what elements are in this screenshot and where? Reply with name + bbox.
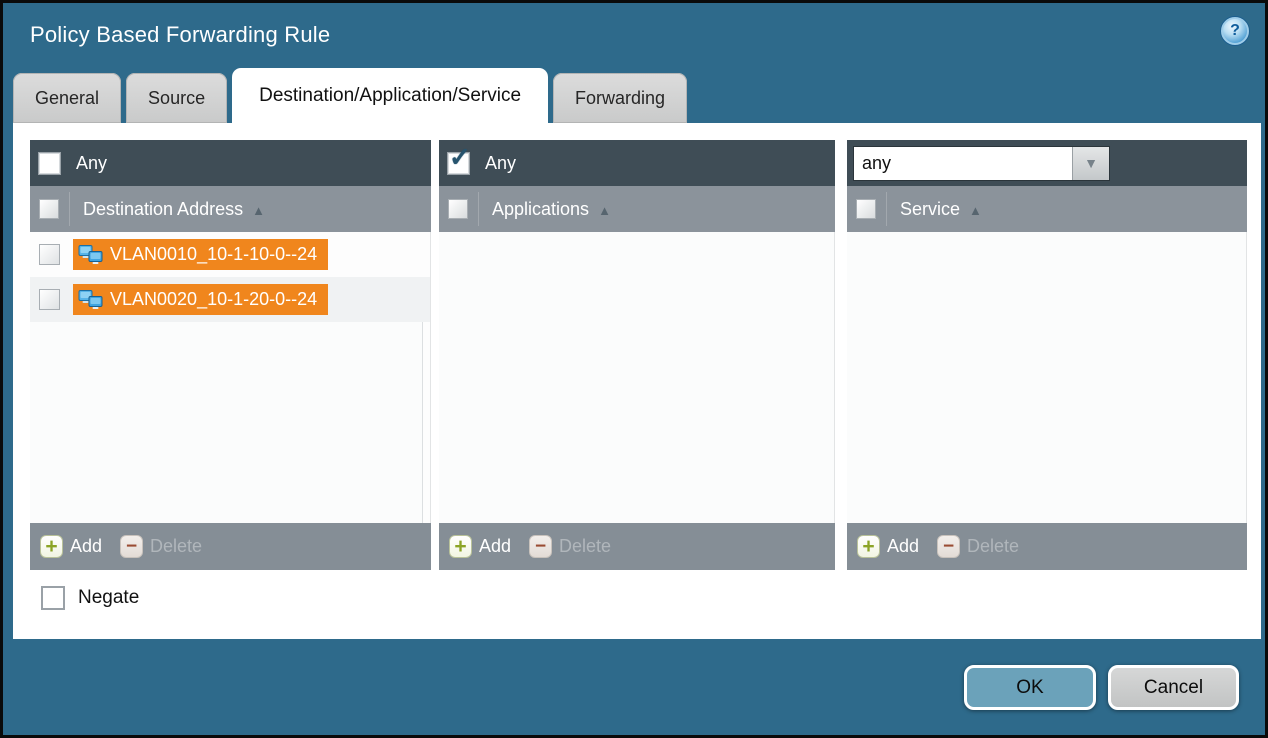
applications-select-all-checkbox[interactable] [448, 199, 468, 219]
destination-any-label: Any [76, 153, 107, 174]
delete-button-label: Delete [967, 536, 1019, 557]
applications-list [439, 232, 835, 523]
address-object-label: VLAN0020_10-1-20-0--24 [110, 289, 317, 310]
service-column-title[interactable]: Service [900, 199, 960, 220]
destination-column-title[interactable]: Destination Address [83, 199, 243, 220]
applications-column-title[interactable]: Applications [492, 199, 589, 220]
destination-column-header: Destination Address ▲ [30, 186, 431, 232]
dropdown-button[interactable]: ▼ [1072, 147, 1109, 180]
applications-panel: ✓ Any Applications ▲ + Add [439, 140, 835, 570]
table-row[interactable]: VLAN0020_10-1-20-0--24 [30, 277, 430, 322]
address-object-chip[interactable]: VLAN0020_10-1-20-0--24 [73, 284, 328, 315]
tab-source[interactable]: Source [126, 73, 227, 123]
negate-option: Negate [41, 586, 1261, 610]
plus-icon: + [449, 535, 472, 558]
service-toolbar: + Add − Delete [847, 523, 1247, 570]
row-checkbox[interactable] [39, 244, 60, 265]
destination-address-list: VLAN0010_10-1-10-0--24 VLAN0020_10-1-20-… [30, 232, 431, 523]
service-type-value[interactable]: any [854, 147, 1072, 180]
sort-asc-icon[interactable]: ▲ [969, 201, 982, 218]
applications-any-header: ✓ Any [439, 140, 835, 186]
dialog-titlebar: Policy Based Forwarding Rule [3, 3, 1265, 67]
checkmark-icon: ✓ [449, 144, 471, 170]
tab-destination-application-service[interactable]: Destination/Application/Service [232, 68, 548, 123]
table-row[interactable]: VLAN0010_10-1-10-0--24 [30, 232, 430, 277]
plus-icon: + [857, 535, 880, 558]
add-button-label: Add [887, 536, 919, 557]
destination-address-panel: Any Destination Address ▲ VLAN0010_10-1-… [30, 140, 431, 570]
tab-bar: General Source Destination/Application/S… [3, 67, 1265, 123]
address-object-chip[interactable]: VLAN0010_10-1-10-0--24 [73, 239, 328, 270]
service-column-header: Service ▲ [847, 186, 1247, 232]
applications-any-checkbox[interactable]: ✓ [447, 152, 470, 175]
network-icon [78, 245, 103, 265]
add-button[interactable]: + Add [40, 535, 102, 558]
tab-content-panel: Any Destination Address ▲ VLAN0010_10-1-… [13, 123, 1261, 639]
delete-button[interactable]: − Delete [937, 535, 1019, 558]
applications-toolbar: + Add − Delete [439, 523, 835, 570]
add-button-label: Add [70, 536, 102, 557]
sort-asc-icon[interactable]: ▲ [252, 201, 265, 218]
negate-label: Negate [78, 587, 139, 609]
destination-select-all-checkbox[interactable] [39, 199, 59, 219]
delete-button[interactable]: − Delete [529, 535, 611, 558]
delete-button-label: Delete [559, 536, 611, 557]
service-select-all-checkbox[interactable] [856, 199, 876, 219]
minus-icon: − [937, 535, 960, 558]
destination-any-checkbox[interactable] [38, 152, 61, 175]
plus-icon: + [40, 535, 63, 558]
policy-forwarding-dialog: Policy Based Forwarding Rule ? General S… [0, 0, 1268, 738]
add-button[interactable]: + Add [857, 535, 919, 558]
row-checkbox[interactable] [39, 289, 60, 310]
delete-button-label: Delete [150, 536, 202, 557]
chevron-down-icon: ▼ [1084, 155, 1098, 171]
applications-any-label: Any [485, 153, 516, 174]
service-panel: any ▼ Service ▲ + [847, 140, 1247, 570]
destination-any-header: Any [30, 140, 431, 186]
applications-column-header: Applications ▲ [439, 186, 835, 232]
minus-icon: − [120, 535, 143, 558]
dialog-title: Policy Based Forwarding Rule [30, 22, 330, 48]
network-icon [78, 290, 103, 310]
help-button[interactable]: ? [1221, 17, 1249, 45]
address-object-label: VLAN0010_10-1-10-0--24 [110, 244, 317, 265]
minus-icon: − [529, 535, 552, 558]
service-dropdown-header: any ▼ [847, 140, 1247, 186]
add-button-label: Add [479, 536, 511, 557]
negate-checkbox[interactable] [41, 586, 65, 610]
delete-button[interactable]: − Delete [120, 535, 202, 558]
add-button[interactable]: + Add [449, 535, 511, 558]
destination-toolbar: + Add − Delete [30, 523, 431, 570]
sort-asc-icon[interactable]: ▲ [598, 201, 611, 218]
dialog-footer: OK Cancel [3, 636, 1265, 735]
service-type-dropdown[interactable]: any ▼ [853, 146, 1110, 181]
tab-general[interactable]: General [13, 73, 121, 123]
help-icon: ? [1230, 22, 1240, 40]
cancel-button[interactable]: Cancel [1108, 665, 1239, 710]
ok-button[interactable]: OK [964, 665, 1096, 710]
service-list [847, 232, 1247, 523]
tab-forwarding[interactable]: Forwarding [553, 73, 687, 123]
